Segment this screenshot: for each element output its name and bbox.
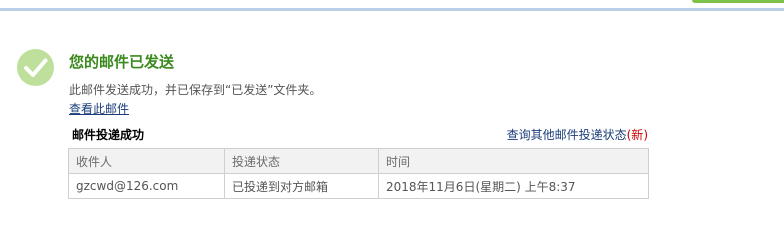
header-delivery-status: 投递状态 (224, 148, 379, 174)
header-recipient: 收件人 (68, 148, 225, 174)
view-mail-link[interactable]: 查看此邮件 (69, 100, 129, 117)
cell-recipient: gzcwd@126.com (68, 173, 225, 199)
query-link-text[interactable]: 查询其他邮件投递状态 (507, 128, 627, 142)
page-title: 您的邮件已发送 (69, 53, 175, 71)
delivery-status-table: 收件人 投递状态 时间 gzcwd@126.com 已投递到对方邮箱 2018年… (68, 148, 649, 199)
cell-delivery-status: 已投递到对方邮箱 (224, 173, 379, 199)
delivery-section-title: 邮件投递成功 (72, 128, 145, 142)
table-row: gzcwd@126.com 已投递到对方邮箱 2018年11月6日(星期二) 上… (68, 173, 649, 199)
new-badge: 新 (631, 128, 644, 142)
header-time: 时间 (378, 148, 649, 174)
checkmark-circle-icon (17, 49, 54, 86)
top-bar-accent (692, 0, 784, 3)
table-header-row: 收件人 投递状态 时间 (68, 148, 649, 174)
top-bar (0, 0, 784, 11)
page-root: 您的邮件已发送 此邮件发送成功，并已保存到“已发送”文件夹。 查看此邮件 邮件投… (0, 0, 784, 243)
sent-description: 此邮件发送成功，并已保存到“已发送”文件夹。 (69, 83, 322, 97)
cell-time: 2018年11月6日(星期二) 上午8:37 (378, 173, 649, 199)
query-paren-close: ) (643, 128, 648, 142)
query-delivery-status-link[interactable]: 查询其他邮件投递状态(新) (507, 126, 648, 143)
